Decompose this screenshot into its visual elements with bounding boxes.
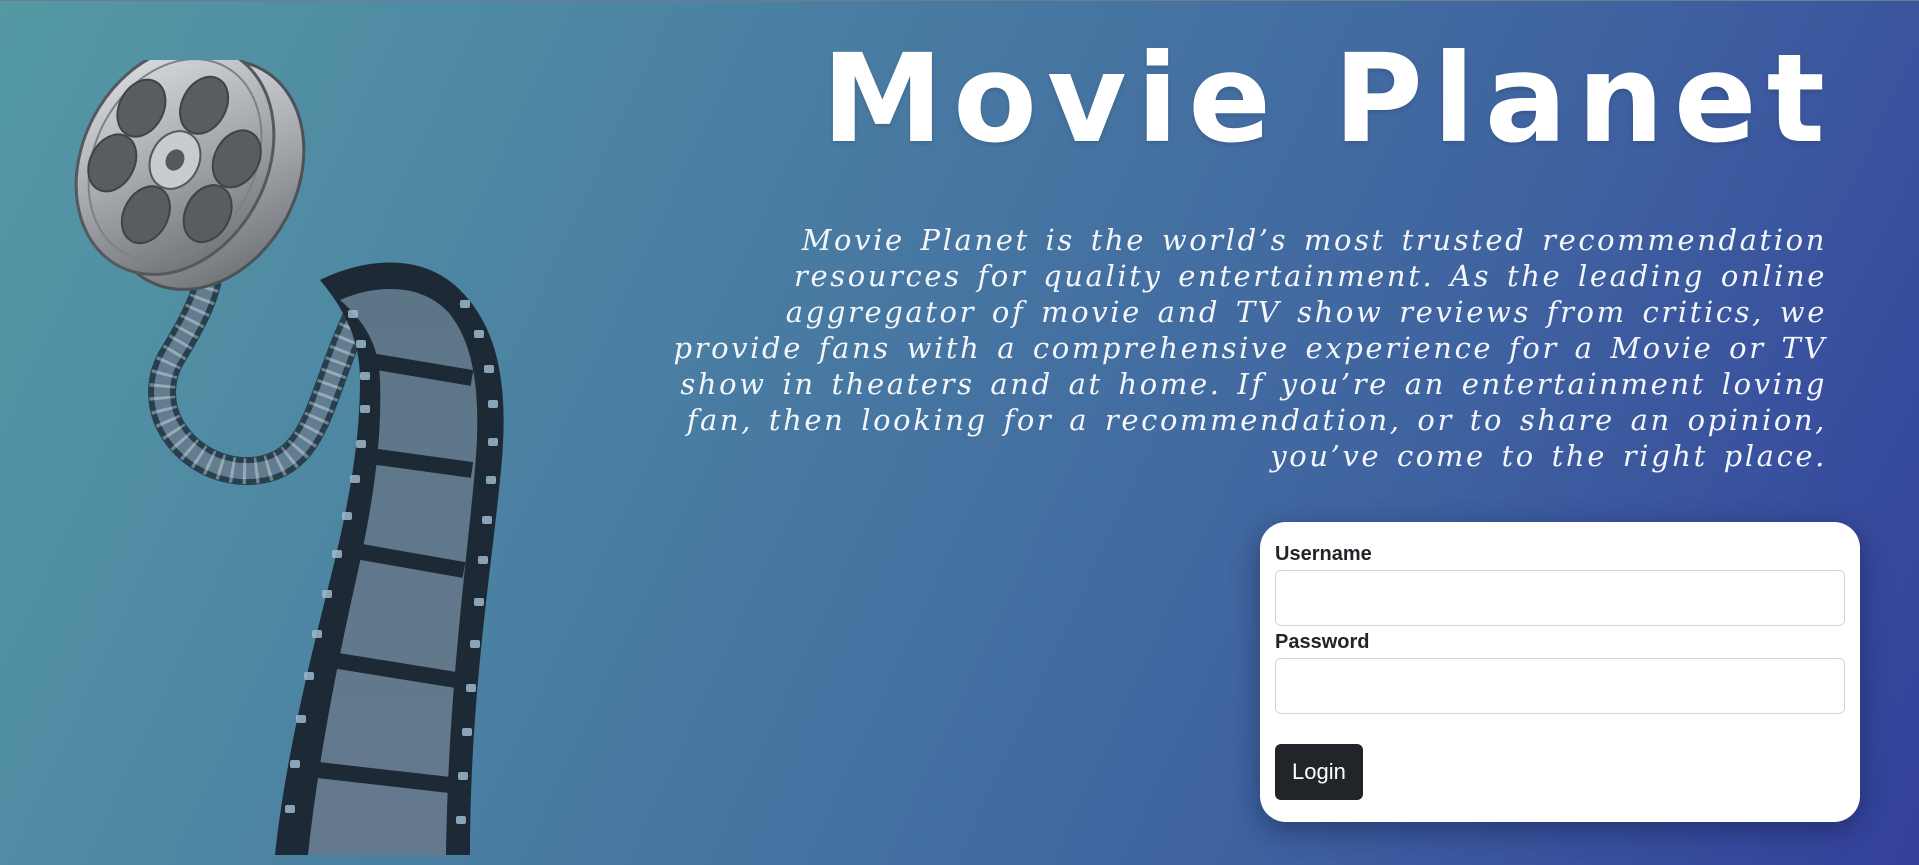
- login-button[interactable]: Login: [1275, 744, 1363, 800]
- site-description: Movie Planet is the world’s most trusted…: [673, 223, 1827, 473]
- film-reel-illustration: [60, 44, 620, 860]
- username-label: Username: [1275, 543, 1372, 565]
- password-field[interactable]: [1275, 658, 1845, 714]
- top-border: [0, 0, 1919, 1]
- page-title: Movie Planet: [821, 28, 1835, 170]
- film-reel-icon: [74, 44, 504, 856]
- login-form: Username Password Login: [1260, 522, 1860, 822]
- password-label: Password: [1275, 631, 1370, 653]
- username-field[interactable]: [1275, 570, 1845, 626]
